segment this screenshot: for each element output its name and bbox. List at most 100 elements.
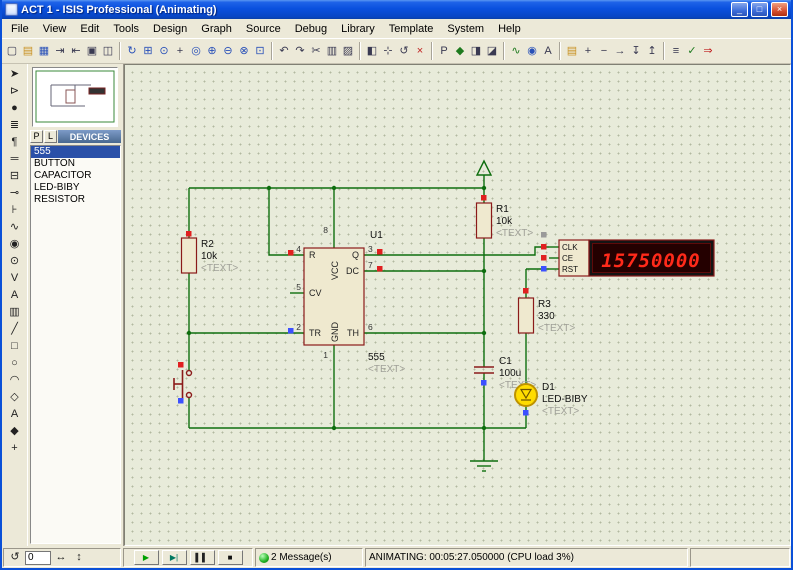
cut-button[interactable]: ✂	[308, 42, 324, 60]
wire-autorouter-button[interactable]: ∿	[508, 42, 524, 60]
open-file-button[interactable]: ▤	[20, 42, 36, 60]
zoom-to-child-button[interactable]: ↧	[628, 42, 644, 60]
editing-window[interactable]: R1 10k <TEXT> R2 10k <TEXT> R3 330 <TEXT…	[124, 64, 791, 546]
pick-parts-button[interactable]: P	[436, 42, 452, 60]
pick-device-button[interactable]: P	[30, 130, 43, 143]
block-delete-button[interactable]: ×	[412, 42, 428, 60]
voltage-probe-mode-button[interactable]: V	[5, 270, 25, 287]
2d-arc-mode-button[interactable]: ◠	[5, 372, 25, 389]
packaging-tool-button[interactable]: ◨	[468, 42, 484, 60]
resistor-r2[interactable]: R2 10k <TEXT>	[180, 237, 239, 274]
angle-input[interactable]	[25, 550, 51, 565]
counter-display[interactable]: 15750000 CLK CE RST	[558, 239, 715, 277]
toggle-grid-button[interactable]: ⊞	[140, 42, 156, 60]
return-to-parent-button[interactable]: ↥	[644, 42, 660, 60]
block-rotate-button[interactable]: ↺	[396, 42, 412, 60]
resistor-r3[interactable]: R3 330 <TEXT>	[517, 297, 576, 334]
make-device-button[interactable]: ◆	[452, 42, 468, 60]
rotate-ccw-button[interactable]: ↺	[7, 550, 23, 566]
x-cursor-button[interactable]: +	[172, 42, 188, 60]
device-item-led-biby[interactable]: LED-BIBY	[31, 182, 120, 194]
electrical-rule-check-button[interactable]: ✓	[684, 42, 700, 60]
device-item-555[interactable]: 555	[31, 146, 120, 158]
2d-symbol-mode-button[interactable]: ◆	[5, 423, 25, 440]
export-section-button[interactable]: ⇤	[68, 42, 84, 60]
2d-box-mode-button[interactable]: □	[5, 338, 25, 355]
menu-view[interactable]: View	[36, 21, 74, 37]
component-mode-button[interactable]: ⊳	[5, 83, 25, 100]
close-button[interactable]: ×	[771, 2, 788, 17]
ground-terminal[interactable]	[470, 460, 498, 472]
v-mirror-button[interactable]: ↕	[71, 550, 87, 566]
property-assignment-button[interactable]: A	[540, 42, 556, 60]
goto-sheet-button[interactable]: →	[612, 42, 628, 60]
menu-tools[interactable]: Tools	[106, 21, 146, 37]
overview-window[interactable]	[32, 67, 118, 127]
power-terminal[interactable]	[475, 159, 493, 176]
print-button[interactable]: ▣	[84, 42, 100, 60]
menu-file[interactable]: File	[4, 21, 36, 37]
paste-button[interactable]: ▨	[340, 42, 356, 60]
menu-template[interactable]: Template	[382, 21, 441, 37]
wire-label-mode-button[interactable]: ≣	[5, 117, 25, 134]
menu-debug[interactable]: Debug	[288, 21, 334, 37]
message-panel[interactable]: 2 Message(s)	[255, 548, 363, 567]
junction-dot-mode-button[interactable]: ●	[5, 100, 25, 117]
2d-marker-mode-button[interactable]: +	[5, 440, 25, 457]
generator-mode-button[interactable]: ⊙	[5, 253, 25, 270]
stop-button[interactable]: ■	[217, 550, 243, 565]
device-item-button[interactable]: BUTTON	[31, 158, 120, 170]
maximize-button[interactable]: □	[751, 2, 768, 17]
schematic-canvas[interactable]: R1 10k <TEXT> R2 10k <TEXT> R3 330 <TEXT…	[125, 65, 791, 543]
save-file-button[interactable]: ▦	[36, 42, 52, 60]
zoom-all-button[interactable]: ⊗	[236, 42, 252, 60]
graph-mode-button[interactable]: ∿	[5, 219, 25, 236]
search-tag-button[interactable]: ◉	[524, 42, 540, 60]
pan-button[interactable]: ◎	[188, 42, 204, 60]
device-pin-mode-button[interactable]: ⊦	[5, 202, 25, 219]
zoom-area-button[interactable]: ⊡	[252, 42, 268, 60]
menu-system[interactable]: System	[440, 21, 491, 37]
decompose-button[interactable]: ◪	[484, 42, 500, 60]
device-item-capacitor[interactable]: CAPACITOR	[31, 170, 120, 182]
import-section-button[interactable]: ⇥	[52, 42, 68, 60]
h-mirror-button[interactable]: ↔	[53, 550, 69, 566]
library-button[interactable]: L	[44, 130, 57, 143]
pushbutton[interactable]	[173, 369, 193, 399]
2d-circle-mode-button[interactable]: ○	[5, 355, 25, 372]
block-copy-button[interactable]: ◧	[364, 42, 380, 60]
zoom-out-button[interactable]: ⊖	[220, 42, 236, 60]
block-move-button[interactable]: ⊹	[380, 42, 396, 60]
timer-u1[interactable]: U1 555 <TEXT> R CV TR Q DC TH VCC GND 4 …	[296, 225, 405, 375]
current-probe-mode-button[interactable]: A	[5, 287, 25, 304]
new-sheet-button[interactable]: +	[580, 42, 596, 60]
menu-edit[interactable]: Edit	[73, 21, 106, 37]
mark-output-area-button[interactable]: ◫	[100, 42, 116, 60]
device-item-resistor[interactable]: RESISTOR	[31, 194, 120, 206]
origin-button[interactable]: ⊙	[156, 42, 172, 60]
terminal-mode-button[interactable]: ⊸	[5, 185, 25, 202]
step-button[interactable]: ▶|	[161, 550, 187, 565]
2d-line-mode-button[interactable]: ╱	[5, 321, 25, 338]
copy-button[interactable]: ▥	[324, 42, 340, 60]
zoom-in-button[interactable]: ⊕	[204, 42, 220, 60]
selection-mode-button[interactable]: ➤	[5, 66, 25, 83]
text-script-mode-button[interactable]: ¶	[5, 134, 25, 151]
design-explorer-button[interactable]: ▤	[564, 42, 580, 60]
minimize-button[interactable]: _	[731, 2, 748, 17]
undo-button[interactable]: ↶	[276, 42, 292, 60]
menu-source[interactable]: Source	[239, 21, 288, 37]
menu-design[interactable]: Design	[146, 21, 194, 37]
menu-library[interactable]: Library	[334, 21, 382, 37]
remove-sheet-button[interactable]: −	[596, 42, 612, 60]
new-file-button[interactable]: ▢	[4, 42, 20, 60]
menu-help[interactable]: Help	[491, 21, 528, 37]
netlist-to-ares-button[interactable]: ⇒	[700, 42, 716, 60]
tape-recorder-mode-button[interactable]: ◉	[5, 236, 25, 253]
play-button[interactable]: ▶	[133, 550, 159, 565]
redraw-button[interactable]: ↻	[124, 42, 140, 60]
bus-mode-button[interactable]: ═	[5, 151, 25, 168]
subcircuit-mode-button[interactable]: ⊟	[5, 168, 25, 185]
menu-graph[interactable]: Graph	[194, 21, 239, 37]
pause-button[interactable]: ▌▌	[189, 550, 215, 565]
